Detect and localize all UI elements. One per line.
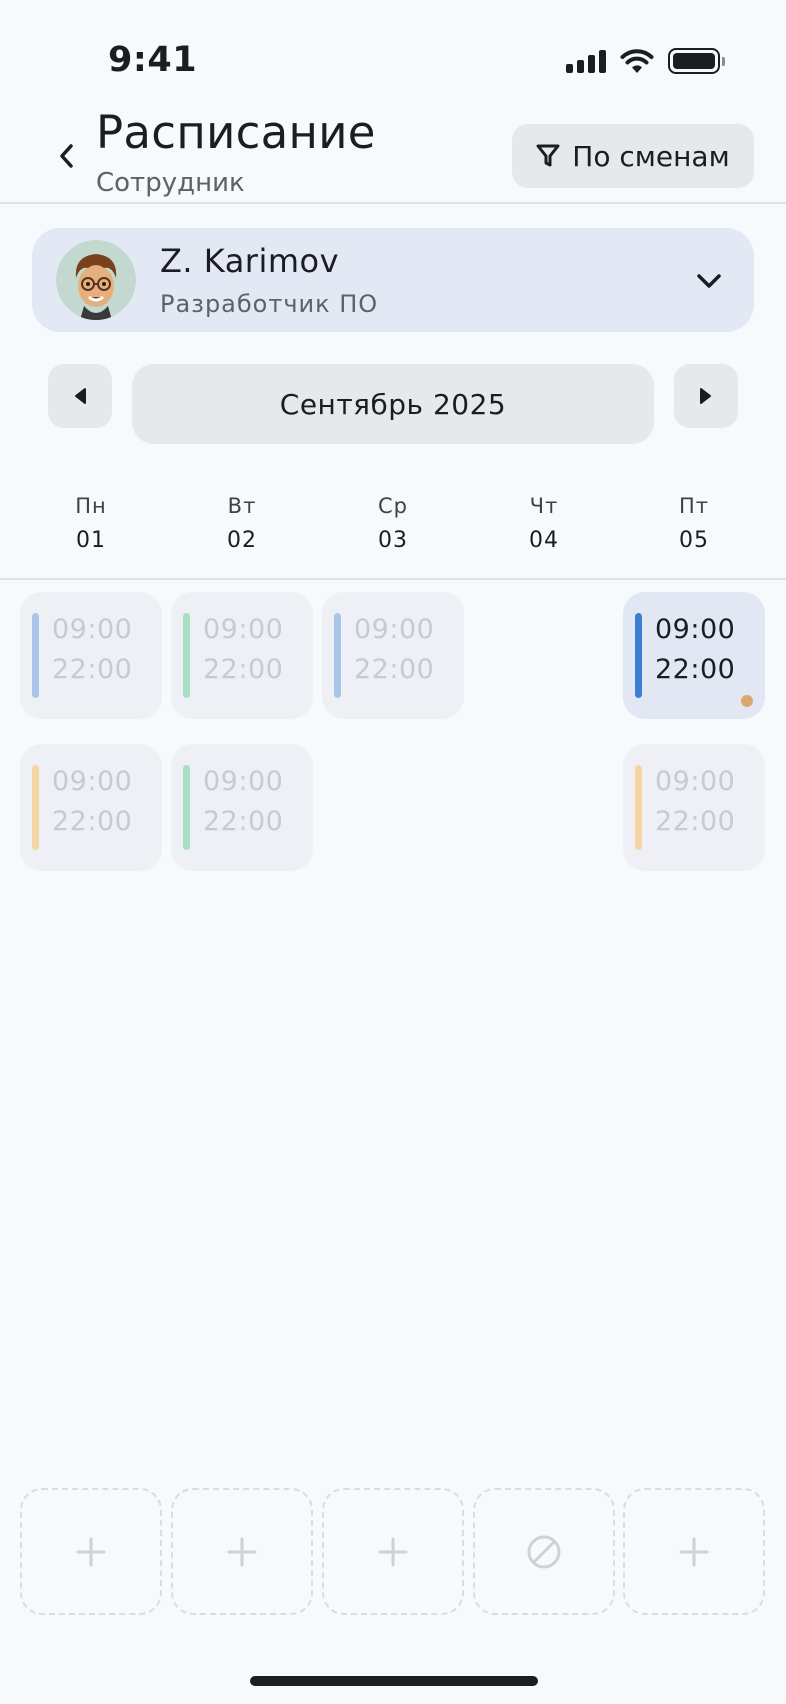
next-month-button[interactable] xyxy=(674,364,738,428)
add-shift-slot-wed[interactable] xyxy=(322,1488,464,1615)
employee-selector[interactable]: Z. Karimov Разработчик ПО xyxy=(32,228,754,332)
add-shift-slot-thu[interactable] xyxy=(473,1488,615,1615)
shift-start: 09:00 xyxy=(52,614,133,645)
employee-name: Z. Karimov xyxy=(160,242,340,280)
shift-card-selected[interactable]: 09:00 22:00 xyxy=(623,592,765,719)
day-name: Ср xyxy=(378,494,408,518)
shift-start: 09:00 xyxy=(203,614,284,645)
shift-end: 22:00 xyxy=(203,806,284,837)
shift-end: 22:00 xyxy=(354,654,435,685)
chevron-left-icon xyxy=(60,144,73,168)
add-shift-slot-fri[interactable] xyxy=(623,1488,765,1615)
employee-role: Разработчик ПО xyxy=(160,290,379,318)
add-shift-slot-mon[interactable] xyxy=(20,1488,162,1615)
shift-start: 09:00 xyxy=(203,766,284,797)
day-header-mon[interactable]: Пн 01 xyxy=(51,494,131,553)
day-header-fri[interactable]: Пт 05 xyxy=(654,494,734,553)
day-name: Пт xyxy=(678,494,710,518)
shift-color-bar xyxy=(32,613,39,698)
day-number: 05 xyxy=(679,528,709,553)
previous-month-button[interactable] xyxy=(48,364,112,428)
shift-card[interactable]: 09:00 22:00 xyxy=(171,592,313,719)
shift-end: 22:00 xyxy=(203,654,284,685)
shift-card[interactable]: 09:00 22:00 xyxy=(20,744,162,871)
day-number: 04 xyxy=(529,528,559,553)
day-header-thu[interactable]: Чт 04 xyxy=(504,494,584,553)
day-name: Пн xyxy=(75,494,107,518)
filter-label: По сменам xyxy=(572,139,730,173)
shift-card[interactable]: 09:00 22:00 xyxy=(20,592,162,719)
day-number: 02 xyxy=(227,528,257,553)
cellular-signal-icon xyxy=(566,49,606,73)
header-divider xyxy=(0,202,786,204)
shift-color-bar xyxy=(334,613,341,698)
filter-icon xyxy=(536,144,560,167)
back-button[interactable] xyxy=(48,136,84,176)
day-number: 03 xyxy=(378,528,408,553)
shift-end: 22:00 xyxy=(52,654,133,685)
shift-color-bar xyxy=(32,765,39,850)
shift-start: 09:00 xyxy=(52,766,133,797)
filter-by-shifts-button[interactable]: По сменам xyxy=(512,124,754,188)
day-number: 01 xyxy=(76,528,106,553)
shift-end: 22:00 xyxy=(52,806,133,837)
status-time: 9:41 xyxy=(108,40,198,80)
week-divider xyxy=(0,578,786,580)
page-title: Расписание xyxy=(96,106,376,159)
shift-card[interactable]: 09:00 22:00 xyxy=(623,744,765,871)
shift-end: 22:00 xyxy=(655,806,736,837)
indicator-dot xyxy=(741,695,753,707)
day-header-wed[interactable]: Ср 03 xyxy=(353,494,433,553)
home-indicator xyxy=(250,1676,538,1686)
avatar xyxy=(56,240,136,320)
shift-color-bar xyxy=(635,613,642,698)
status-icons xyxy=(566,48,725,74)
day-name: Вт xyxy=(227,494,257,518)
plus-icon xyxy=(76,1537,106,1566)
battery-icon xyxy=(668,48,725,74)
shift-card[interactable]: 09:00 22:00 xyxy=(322,592,464,719)
plus-icon xyxy=(378,1537,408,1566)
plus-icon xyxy=(227,1537,257,1566)
page-subtitle: Сотрудник xyxy=(96,168,245,198)
blocked-icon xyxy=(527,1535,561,1568)
shift-start: 09:00 xyxy=(354,614,435,645)
day-name: Чт xyxy=(529,494,559,518)
shift-start: 09:00 xyxy=(655,614,736,645)
chevron-down-icon xyxy=(694,266,724,296)
month-selector[interactable]: Сентябрь 2025 xyxy=(132,364,654,444)
plus-icon xyxy=(679,1537,709,1566)
wifi-icon xyxy=(620,48,654,73)
triangle-right-icon xyxy=(700,388,711,404)
shift-color-bar xyxy=(183,765,190,850)
shift-end: 22:00 xyxy=(655,654,736,685)
triangle-left-icon xyxy=(75,388,86,404)
shift-start: 09:00 xyxy=(655,766,736,797)
add-shift-slot-tue[interactable] xyxy=(171,1488,313,1615)
shift-color-bar xyxy=(635,765,642,850)
day-header-tue[interactable]: Вт 02 xyxy=(202,494,282,553)
shift-color-bar xyxy=(183,613,190,698)
shift-card[interactable]: 09:00 22:00 xyxy=(171,744,313,871)
